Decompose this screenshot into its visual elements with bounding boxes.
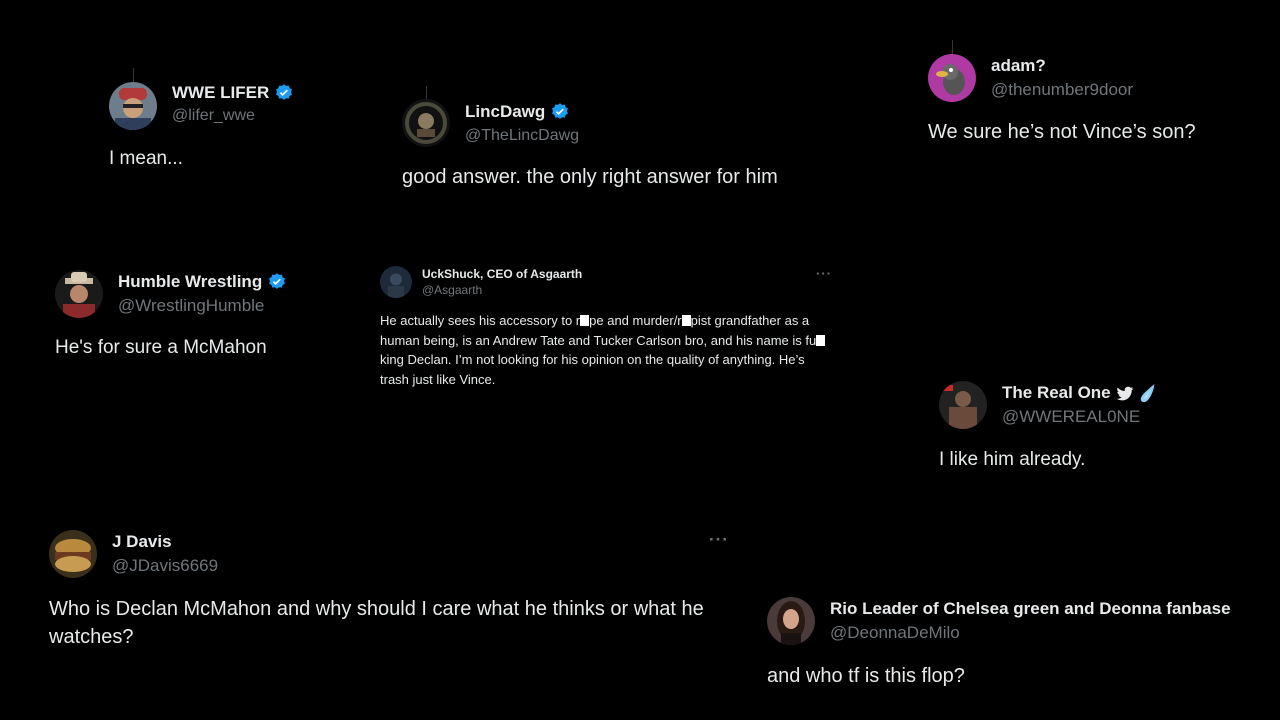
- droplet-icon: [1139, 383, 1157, 403]
- user-handle[interactable]: @thenumber9door: [991, 78, 1133, 102]
- tweet-card-rio[interactable]: Rio Leader of Chelsea green and Deonna f…: [767, 597, 1272, 690]
- bird-icon: [1116, 385, 1134, 401]
- display-name[interactable]: Humble Wrestling: [118, 270, 262, 294]
- display-name[interactable]: LincDawg: [465, 99, 545, 125]
- user-handle[interactable]: @TheLincDawg: [465, 125, 579, 147]
- user-handle[interactable]: @lifer_wwe: [172, 104, 294, 128]
- more-options-icon[interactable]: ···: [816, 266, 832, 281]
- tweet-card-lifer[interactable]: WWE LIFER @lifer_wwe I mean...: [109, 82, 369, 172]
- tweet-card-jdavis[interactable]: J Davis @JDavis6669 ··· Who is Declan Mc…: [49, 530, 729, 651]
- display-name[interactable]: The Real One: [1002, 381, 1111, 405]
- thread-line: [426, 86, 427, 100]
- tweet-text: He actually sees his accessory to r pe an…: [380, 311, 835, 389]
- tweet-text: He's for sure a McMahon: [55, 337, 267, 358]
- woman-portrait-avatar-icon[interactable]: [767, 597, 815, 645]
- censor-block: [580, 315, 590, 326]
- tweet-text: Who is Declan McMahon and why should I c…: [49, 598, 710, 648]
- more-options-icon[interactable]: ···: [709, 530, 729, 550]
- display-name[interactable]: WWE LIFER: [172, 82, 269, 104]
- food-avatar-icon[interactable]: [49, 530, 97, 578]
- cartoon-avatar-icon[interactable]: [928, 54, 976, 102]
- verified-badge-icon: [267, 272, 287, 292]
- tweet-text: I mean...: [109, 148, 183, 169]
- dark-figure-avatar-icon[interactable]: [380, 266, 412, 298]
- user-handle[interactable]: @JDavis6669: [112, 554, 218, 578]
- display-name[interactable]: adam?: [991, 54, 1046, 78]
- tweet-card-lincdawg[interactable]: LincDawg @TheLincDawg good answer. the o…: [402, 99, 842, 191]
- display-name[interactable]: UckShuck, CEO of Asgaarth: [422, 266, 582, 282]
- censor-block: [681, 315, 691, 326]
- display-name[interactable]: Rio Leader of Chelsea green and Deonna f…: [830, 597, 1231, 621]
- tweet-text: good answer. the only right answer for h…: [402, 166, 778, 188]
- portrait-circle-avatar-icon[interactable]: [402, 99, 450, 147]
- tweet-collage: WWE LIFER @lifer_wwe I mean... LincDawg …: [0, 0, 1280, 720]
- thread-line: [133, 68, 134, 82]
- man-with-cap-avatar-icon[interactable]: [109, 82, 157, 130]
- tweet-card-humble-wrestling[interactable]: Humble Wrestling @WrestlingHumble He's f…: [55, 270, 355, 361]
- user-handle[interactable]: @Asgaarth: [422, 282, 582, 298]
- tweet-card-uckshuck[interactable]: UckShuck, CEO of Asgaarth @Asgaarth ··· …: [380, 266, 835, 389]
- user-handle[interactable]: @WrestlingHumble: [118, 294, 287, 318]
- thread-line: [952, 40, 953, 54]
- verified-badge-icon: [550, 102, 570, 122]
- user-handle[interactable]: @DeonnaDeMilo: [830, 621, 1231, 645]
- cowboy-hat-avatar-icon[interactable]: [55, 270, 103, 318]
- display-name[interactable]: J Davis: [112, 530, 172, 554]
- tweet-text: and who tf is this flop?: [767, 665, 965, 687]
- verified-badge-icon: [274, 83, 294, 103]
- wrestler-avatar-icon[interactable]: [939, 381, 987, 429]
- tweet-card-adam[interactable]: adam? @thenumber9door We sure he’s not V…: [928, 54, 1268, 146]
- censor-block: [816, 334, 826, 346]
- tweet-text: We sure he’s not Vince’s son?: [928, 121, 1196, 143]
- user-handle[interactable]: @WWEREAL0NE: [1002, 405, 1157, 429]
- tweet-card-the-real-one[interactable]: The Real One @WWEREAL0NE I like him alre…: [939, 381, 1259, 474]
- tweet-text: I like him already.: [939, 449, 1086, 470]
